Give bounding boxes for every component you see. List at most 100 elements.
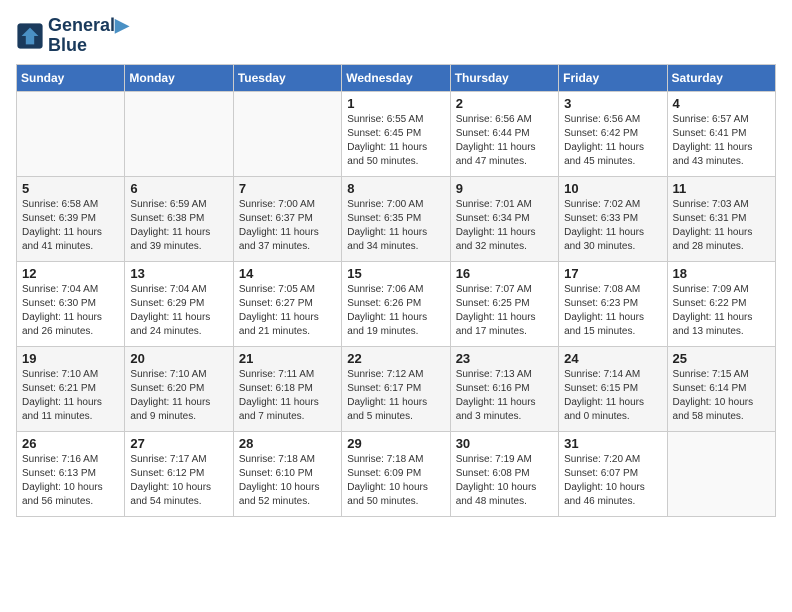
day-info: Sunrise: 7:04 AM Sunset: 6:29 PM Dayligh…	[130, 283, 227, 339]
day-number: 21	[239, 351, 336, 366]
day-info: Sunrise: 7:07 AM Sunset: 6:25 PM Dayligh…	[456, 283, 553, 339]
calendar-cell: 2 Sunrise: 6:56 AM Sunset: 6:44 PM Daylig…	[450, 91, 558, 176]
calendar-cell: 28 Sunrise: 7:18 AM Sunset: 6:10 PM Dayli…	[233, 431, 341, 516]
logo-icon	[16, 22, 44, 50]
day-info: Sunrise: 6:59 AM Sunset: 6:38 PM Dayligh…	[130, 198, 227, 254]
day-info: Sunrise: 6:56 AM Sunset: 6:42 PM Dayligh…	[564, 113, 661, 169]
calendar-cell: 17 Sunrise: 7:08 AM Sunset: 6:23 PM Dayli…	[559, 261, 667, 346]
day-number: 18	[673, 266, 770, 281]
day-number: 6	[130, 181, 227, 196]
day-number: 30	[456, 436, 553, 451]
day-info: Sunrise: 7:01 AM Sunset: 6:34 PM Dayligh…	[456, 198, 553, 254]
calendar-cell: 9 Sunrise: 7:01 AM Sunset: 6:34 PM Daylig…	[450, 176, 558, 261]
weekday-header-saturday: Saturday	[667, 64, 775, 91]
day-number: 4	[673, 96, 770, 111]
day-info: Sunrise: 7:03 AM Sunset: 6:31 PM Dayligh…	[673, 198, 770, 254]
day-info: Sunrise: 7:16 AM Sunset: 6:13 PM Dayligh…	[22, 453, 119, 509]
calendar-cell: 5 Sunrise: 6:58 AM Sunset: 6:39 PM Daylig…	[17, 176, 125, 261]
calendar-cell: 3 Sunrise: 6:56 AM Sunset: 6:42 PM Daylig…	[559, 91, 667, 176]
day-info: Sunrise: 7:18 AM Sunset: 6:09 PM Dayligh…	[347, 453, 444, 509]
day-info: Sunrise: 7:18 AM Sunset: 6:10 PM Dayligh…	[239, 453, 336, 509]
weekday-header-tuesday: Tuesday	[233, 64, 341, 91]
day-info: Sunrise: 7:17 AM Sunset: 6:12 PM Dayligh…	[130, 453, 227, 509]
calendar-cell: 10 Sunrise: 7:02 AM Sunset: 6:33 PM Dayli…	[559, 176, 667, 261]
day-info: Sunrise: 7:10 AM Sunset: 6:20 PM Dayligh…	[130, 368, 227, 424]
calendar-cell: 26 Sunrise: 7:16 AM Sunset: 6:13 PM Dayli…	[17, 431, 125, 516]
calendar-cell: 18 Sunrise: 7:09 AM Sunset: 6:22 PM Dayli…	[667, 261, 775, 346]
calendar-cell: 23 Sunrise: 7:13 AM Sunset: 6:16 PM Dayli…	[450, 346, 558, 431]
calendar-cell: 7 Sunrise: 7:00 AM Sunset: 6:37 PM Daylig…	[233, 176, 341, 261]
day-info: Sunrise: 7:08 AM Sunset: 6:23 PM Dayligh…	[564, 283, 661, 339]
weekday-header-thursday: Thursday	[450, 64, 558, 91]
day-number: 19	[22, 351, 119, 366]
day-number: 22	[347, 351, 444, 366]
calendar-cell: 4 Sunrise: 6:57 AM Sunset: 6:41 PM Daylig…	[667, 91, 775, 176]
day-number: 10	[564, 181, 661, 196]
day-number: 7	[239, 181, 336, 196]
day-number: 12	[22, 266, 119, 281]
weekday-header-friday: Friday	[559, 64, 667, 91]
day-number: 3	[564, 96, 661, 111]
day-info: Sunrise: 7:06 AM Sunset: 6:26 PM Dayligh…	[347, 283, 444, 339]
calendar-cell	[233, 91, 341, 176]
day-info: Sunrise: 6:57 AM Sunset: 6:41 PM Dayligh…	[673, 113, 770, 169]
calendar-table: SundayMondayTuesdayWednesdayThursdayFrid…	[16, 64, 776, 517]
day-number: 15	[347, 266, 444, 281]
logo: General▶ Blue	[16, 16, 129, 56]
calendar-cell: 14 Sunrise: 7:05 AM Sunset: 6:27 PM Dayli…	[233, 261, 341, 346]
day-number: 1	[347, 96, 444, 111]
day-info: Sunrise: 7:12 AM Sunset: 6:17 PM Dayligh…	[347, 368, 444, 424]
day-info: Sunrise: 7:15 AM Sunset: 6:14 PM Dayligh…	[673, 368, 770, 424]
calendar-cell: 12 Sunrise: 7:04 AM Sunset: 6:30 PM Dayli…	[17, 261, 125, 346]
weekday-header-monday: Monday	[125, 64, 233, 91]
calendar-cell: 27Sunrise: 7:17 AM Sunset: 6:12 PM Dayli…	[125, 431, 233, 516]
weekday-header-sunday: Sunday	[17, 64, 125, 91]
day-number: 14	[239, 266, 336, 281]
day-number: 2	[456, 96, 553, 111]
header: General▶ Blue	[16, 16, 776, 56]
calendar-cell: 29 Sunrise: 7:18 AM Sunset: 6:09 PM Dayli…	[342, 431, 450, 516]
calendar-cell: 20 Sunrise: 7:10 AM Sunset: 6:20 PM Dayli…	[125, 346, 233, 431]
day-info: Sunrise: 7:02 AM Sunset: 6:33 PM Dayligh…	[564, 198, 661, 254]
calendar-cell: 6 Sunrise: 6:59 AM Sunset: 6:38 PM Daylig…	[125, 176, 233, 261]
day-info: Sunrise: 7:05 AM Sunset: 6:27 PM Dayligh…	[239, 283, 336, 339]
calendar-cell: 31Sunrise: 7:20 AM Sunset: 6:07 PM Dayli…	[559, 431, 667, 516]
day-info: Sunrise: 7:00 AM Sunset: 6:35 PM Dayligh…	[347, 198, 444, 254]
calendar-cell: 24Sunrise: 7:14 AM Sunset: 6:15 PM Dayli…	[559, 346, 667, 431]
day-number: 8	[347, 181, 444, 196]
day-info: Sunrise: 7:11 AM Sunset: 6:18 PM Dayligh…	[239, 368, 336, 424]
logo-text: General▶ Blue	[48, 16, 129, 56]
day-number: 28	[239, 436, 336, 451]
calendar-cell	[125, 91, 233, 176]
day-number: 23	[456, 351, 553, 366]
day-info: Sunrise: 6:56 AM Sunset: 6:44 PM Dayligh…	[456, 113, 553, 169]
calendar-cell: 30 Sunrise: 7:19 AM Sunset: 6:08 PM Dayli…	[450, 431, 558, 516]
calendar-cell: 25 Sunrise: 7:15 AM Sunset: 6:14 PM Dayli…	[667, 346, 775, 431]
calendar-cell	[17, 91, 125, 176]
day-number: 20	[130, 351, 227, 366]
day-number: 31	[564, 436, 661, 451]
weekday-header-wednesday: Wednesday	[342, 64, 450, 91]
day-number: 13	[130, 266, 227, 281]
calendar-cell: 22 Sunrise: 7:12 AM Sunset: 6:17 PM Dayli…	[342, 346, 450, 431]
calendar-cell: 8 Sunrise: 7:00 AM Sunset: 6:35 PM Daylig…	[342, 176, 450, 261]
day-info: Sunrise: 7:00 AM Sunset: 6:37 PM Dayligh…	[239, 198, 336, 254]
day-number: 9	[456, 181, 553, 196]
day-number: 26	[22, 436, 119, 451]
day-number: 25	[673, 351, 770, 366]
calendar-cell: 15 Sunrise: 7:06 AM Sunset: 6:26 PM Dayli…	[342, 261, 450, 346]
calendar-cell: 16 Sunrise: 7:07 AM Sunset: 6:25 PM Dayli…	[450, 261, 558, 346]
calendar-cell: 1Sunrise: 6:55 AM Sunset: 6:45 PM Daylig…	[342, 91, 450, 176]
day-number: 17	[564, 266, 661, 281]
day-info: Sunrise: 7:09 AM Sunset: 6:22 PM Dayligh…	[673, 283, 770, 339]
day-info: Sunrise: 7:14 AM Sunset: 6:15 PM Dayligh…	[564, 368, 661, 424]
day-number: 16	[456, 266, 553, 281]
day-info: Sunrise: 6:58 AM Sunset: 6:39 PM Dayligh…	[22, 198, 119, 254]
day-info: Sunrise: 7:13 AM Sunset: 6:16 PM Dayligh…	[456, 368, 553, 424]
day-info: Sunrise: 7:04 AM Sunset: 6:30 PM Dayligh…	[22, 283, 119, 339]
day-number: 29	[347, 436, 444, 451]
calendar-cell: 13 Sunrise: 7:04 AM Sunset: 6:29 PM Dayli…	[125, 261, 233, 346]
day-info: Sunrise: 7:19 AM Sunset: 6:08 PM Dayligh…	[456, 453, 553, 509]
day-number: 11	[673, 181, 770, 196]
day-number: 5	[22, 181, 119, 196]
